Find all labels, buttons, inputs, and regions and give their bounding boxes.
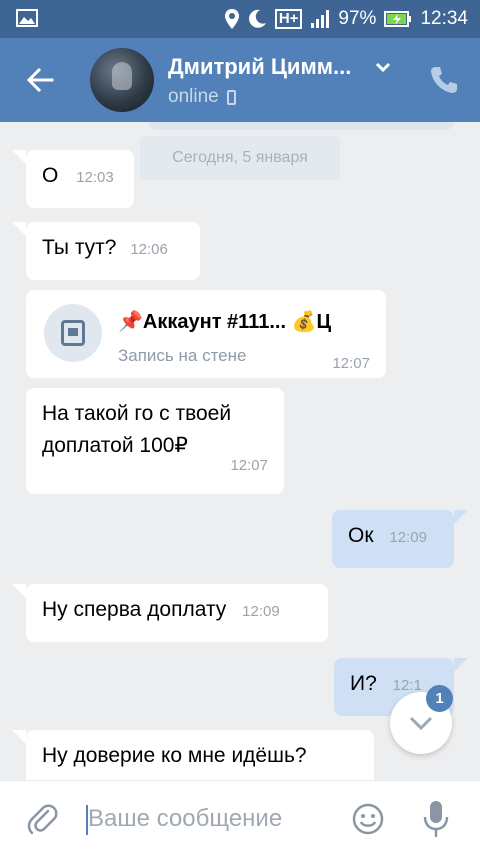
message-feed[interactable]: Сегодня, 5 января О 12:03 Ты тут? 12:06 … <box>0 122 480 780</box>
call-icon[interactable] <box>428 64 460 96</box>
chat-header: Дмитрий Цимм... online <box>0 38 480 122</box>
message-text: О <box>42 164 59 187</box>
message-in[interactable]: На такой го с твоей доплатой 100₽ 12:07 <box>26 388 284 494</box>
mobile-phone-icon <box>226 89 236 105</box>
moon-icon <box>248 9 266 28</box>
message-text: Ты тут? <box>42 236 117 259</box>
chevron-down-icon[interactable] <box>374 60 392 74</box>
message-text: Ну доверие ко мне идёшь? <box>42 744 307 767</box>
gallery-icon <box>16 9 38 27</box>
message-composer <box>0 780 480 854</box>
message-in[interactable]: Ты тут? 12:06 <box>12 222 200 280</box>
wall-post-title: 📌Аккаунт #111... 💰Ц <box>118 311 332 333</box>
message-in[interactable]: О 12:03 <box>12 150 134 208</box>
wall-post-subtitle: Запись на стене <box>118 346 247 365</box>
message-time: 12:03 <box>76 169 114 186</box>
previous-message-edge <box>148 122 454 130</box>
message-in[interactable]: Ну доверие ко мне идёшь? <box>12 730 374 780</box>
back-arrow-icon[interactable] <box>22 62 58 98</box>
message-in[interactable]: Ну сперва доплату 12:09 <box>12 584 328 642</box>
message-time: 12:07 <box>230 457 268 474</box>
signal-icon <box>311 10 330 28</box>
status-bar: H+ 97% 12:34 <box>0 0 480 38</box>
message-out[interactable]: Ок 12:09 <box>332 510 468 568</box>
paperclip-icon[interactable] <box>26 801 58 837</box>
unread-badge: 1 <box>426 685 453 712</box>
battery-percent: 97% <box>338 8 377 29</box>
network-type: H+ <box>274 9 303 29</box>
status-text: online <box>168 86 219 107</box>
wall-post-attachment[interactable]: 📌Аккаунт #111... 💰Ц Запись на стене 12:0… <box>26 290 386 378</box>
chevron-down-icon <box>409 716 433 731</box>
location-icon <box>224 9 239 29</box>
message-text: И? <box>350 672 377 695</box>
date-divider: Сегодня, 5 января <box>140 136 340 180</box>
message-time: 12:07 <box>332 355 370 372</box>
message-time: 12:06 <box>130 241 168 258</box>
contact-name[interactable]: Дмитрий Цимм... <box>168 54 351 80</box>
online-status: online <box>168 86 236 108</box>
emoji-icon[interactable] <box>352 803 384 835</box>
microphone-icon[interactable] <box>422 799 450 839</box>
message-time: 12:09 <box>389 529 427 546</box>
message-time: 12:09 <box>242 603 280 620</box>
message-input[interactable] <box>88 799 328 839</box>
message-text: Ну сперва доплату <box>42 598 227 621</box>
wall-post-icon <box>44 304 102 362</box>
battery-charging-icon <box>384 11 412 27</box>
message-text: Ок <box>348 524 374 547</box>
avatar[interactable] <box>90 48 154 112</box>
clock: 12:34 <box>420 8 468 29</box>
